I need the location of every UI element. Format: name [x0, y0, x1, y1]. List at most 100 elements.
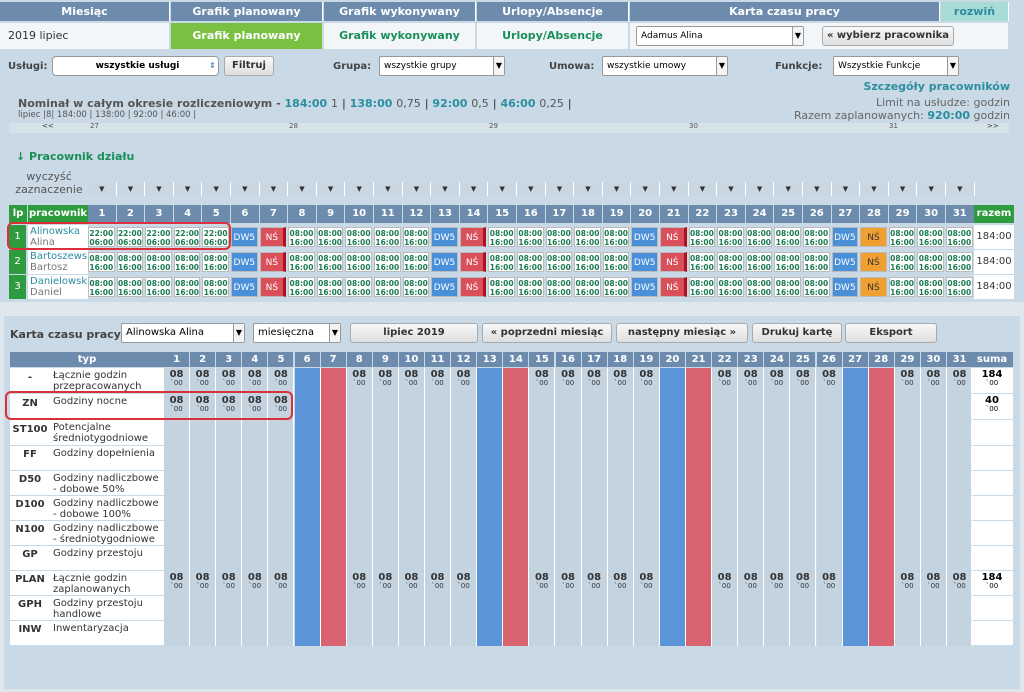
day-dropdown-arrow[interactable]: ▼ [374, 182, 403, 196]
shift-cell[interactable]: 08:00 16:00 [745, 252, 773, 272]
day-dropdown-arrow[interactable]: ▼ [631, 182, 660, 196]
day-dropdown-arrow[interactable]: ▼ [917, 182, 946, 196]
shift-cell[interactable]: 08:00 16:00 [402, 277, 430, 297]
shift-cell[interactable]: 08:00 16:00 [374, 227, 401, 247]
shift-cell[interactable]: 08:00 16:00 [888, 252, 916, 272]
shift-cell[interactable]: NŚ [660, 252, 687, 272]
day-dropdown-arrow[interactable]: ▼ [145, 182, 174, 196]
export-button[interactable]: Eksport [845, 323, 937, 343]
expand-button[interactable]: rozwiń [941, 2, 1009, 21]
shift-cell[interactable]: 08:00 16:00 [402, 227, 430, 247]
shift-cell[interactable]: DW5 [431, 277, 458, 297]
shift-cell[interactable]: 08:00 16:00 [374, 252, 401, 272]
shift-cell[interactable]: 08:00 16:00 [488, 227, 515, 247]
shift-cell[interactable]: 08:00 16:00 [288, 227, 315, 247]
shift-cell[interactable]: 08:00 16:00 [517, 277, 544, 297]
day-dropdown-arrow[interactable]: ▼ [803, 182, 832, 196]
shift-cell[interactable]: 08:00 16:00 [374, 277, 401, 297]
tab-planned[interactable]: Grafik planowany [171, 23, 323, 49]
shift-cell[interactable]: 08:00 16:00 [173, 252, 201, 272]
shift-cell[interactable]: NŚ [459, 277, 487, 297]
filter-button[interactable]: Filtruj [224, 56, 274, 76]
shift-cell[interactable]: NŚ [259, 227, 287, 247]
shift-cell[interactable]: 08:00 16:00 [202, 252, 229, 272]
day-dropdown-arrow[interactable]: ▼ [860, 182, 889, 196]
shift-cell[interactable]: 08:00 16:00 [88, 252, 115, 272]
tab-executed[interactable]: Grafik wykonywany [324, 23, 476, 49]
employee-name[interactable]: Danielowski Daniel [28, 275, 88, 299]
shift-cell[interactable]: 08:00 16:00 [602, 252, 630, 272]
shift-cell[interactable]: DW5 [831, 277, 859, 297]
day-dropdown-arrow[interactable]: ▼ [116, 182, 146, 196]
shift-cell[interactable]: 08:00 16:00 [402, 252, 430, 272]
shift-cell[interactable]: NŚ [860, 252, 887, 272]
day-dropdown-arrow[interactable]: ▼ [831, 182, 861, 196]
day-dropdown-arrow[interactable]: ▼ [946, 182, 975, 196]
shift-cell[interactable]: 08:00 16:00 [803, 252, 830, 272]
day-dropdown-arrow[interactable]: ▼ [173, 182, 203, 196]
shift-cell[interactable]: 08:00 16:00 [145, 252, 172, 272]
day-dropdown-arrow[interactable]: ▼ [574, 182, 603, 196]
shift-cell[interactable]: 08:00 16:00 [116, 277, 144, 297]
shift-cell[interactable]: 08:00 16:00 [316, 252, 344, 272]
shift-cell[interactable]: DW5 [231, 227, 258, 247]
shift-cell[interactable]: NŚ [259, 277, 287, 297]
day-dropdown-arrow[interactable]: ▼ [431, 182, 460, 196]
shift-cell[interactable]: 08:00 16:00 [745, 277, 773, 297]
tab-absences[interactable]: Urlopy/Absencje [477, 23, 629, 49]
shift-cell[interactable]: 08:00 16:00 [316, 277, 344, 297]
day-dropdown-arrow[interactable]: ▼ [602, 182, 632, 196]
employee-last-name[interactable]: Danielowski [30, 276, 88, 287]
shift-cell[interactable]: 08:00 16:00 [688, 227, 716, 247]
shift-cell[interactable]: 08:00 16:00 [774, 277, 801, 297]
mode-select[interactable]: miesięczna ▼ [253, 323, 341, 343]
shift-cell[interactable]: 08:00 16:00 [602, 277, 630, 297]
shift-cell[interactable]: 08:00 16:00 [488, 277, 515, 297]
day-dropdown-arrow[interactable]: ▼ [259, 182, 289, 196]
day-dropdown-arrow[interactable]: ▼ [345, 182, 374, 196]
shift-cell[interactable]: 08:00 16:00 [774, 252, 801, 272]
shift-cell[interactable]: 08:00 16:00 [917, 252, 944, 272]
day-dropdown-arrow[interactable]: ▼ [774, 182, 803, 196]
shift-cell[interactable]: 08:00 16:00 [888, 277, 916, 297]
day-dropdown-arrow[interactable]: ▼ [717, 182, 746, 196]
shift-cell[interactable]: 08:00 16:00 [517, 252, 544, 272]
next-month-button[interactable]: następny miesiąc » [616, 323, 748, 343]
shift-cell[interactable]: DW5 [431, 227, 458, 247]
shift-cell[interactable]: 08:00 16:00 [917, 277, 944, 297]
shift-cell[interactable]: NŚ [459, 252, 487, 272]
shift-cell[interactable]: 08:00 16:00 [717, 252, 744, 272]
timecard-employee-select[interactable]: Alinowska Alina ▼ [121, 323, 245, 343]
shift-cell[interactable]: 08:00 16:00 [288, 277, 315, 297]
services-select[interactable]: wszystkie usługi ⇕ [52, 56, 219, 76]
day-dropdown-arrow[interactable]: ▼ [517, 182, 546, 196]
shift-cell[interactable]: 08:00 16:00 [717, 277, 744, 297]
shift-cell[interactable]: 08:00 16:00 [888, 227, 916, 247]
day-dropdown-arrow[interactable]: ▼ [202, 182, 231, 196]
shift-cell[interactable]: DW5 [831, 252, 859, 272]
shift-cell[interactable]: 08:00 16:00 [574, 277, 601, 297]
shift-cell[interactable]: NŚ [660, 277, 687, 297]
shift-cell[interactable]: 08:00 16:00 [345, 277, 372, 297]
employee-details-link[interactable]: Szczegóły pracowników [863, 80, 1010, 93]
prev-week-button[interactable]: << [42, 122, 54, 130]
shift-cell[interactable]: 08:00 16:00 [688, 277, 716, 297]
print-card-button[interactable]: Drukuj kartę [752, 323, 842, 343]
shift-cell[interactable]: 08:00 16:00 [946, 252, 973, 272]
shift-cell[interactable]: 08:00 16:00 [517, 227, 544, 247]
contract-select[interactable]: wszystkie umowy ▼ [602, 56, 728, 76]
shift-cell[interactable]: DW5 [631, 277, 658, 297]
clear-selection-link[interactable]: wyczyść zaznaczenie [12, 170, 86, 196]
shift-cell[interactable]: 08:00 16:00 [316, 227, 344, 247]
day-dropdown-arrow[interactable]: ▼ [231, 182, 260, 196]
header-planned[interactable]: Grafik planowany [171, 2, 323, 21]
shift-cell[interactable]: 08:00 16:00 [803, 277, 830, 297]
shift-cell[interactable]: 08:00 16:00 [745, 227, 773, 247]
day-dropdown-arrow[interactable]: ▼ [888, 182, 918, 196]
functions-select[interactable]: Wszystkie Funkcje ▼ [833, 56, 959, 76]
shift-cell[interactable]: 08:00 16:00 [288, 252, 315, 272]
day-dropdown-arrow[interactable]: ▼ [288, 182, 317, 196]
employee-last-name[interactable]: Bartoszewsk [30, 251, 88, 262]
shift-cell[interactable]: 08:00 16:00 [202, 277, 229, 297]
day-dropdown-arrow[interactable]: ▼ [745, 182, 775, 196]
